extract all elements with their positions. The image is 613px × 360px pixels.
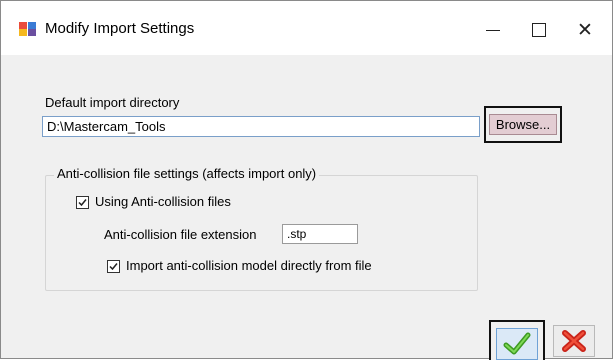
extension-label: Anti-collision file extension xyxy=(104,227,257,242)
window-title: Modify Import Settings xyxy=(45,20,195,37)
red-x-icon xyxy=(562,330,586,352)
modify-import-settings-dialog: Modify Import Settings ✕ Default import … xyxy=(0,0,613,360)
default-import-directory-label: Default import directory xyxy=(45,95,180,110)
import-directly-checkbox[interactable] xyxy=(107,260,120,273)
extension-field[interactable] xyxy=(282,224,358,244)
ok-button-highlight xyxy=(489,320,545,360)
browse-button-highlight: Browse... xyxy=(484,106,562,143)
app-window-icon xyxy=(19,21,37,37)
close-button[interactable]: ✕ xyxy=(563,11,607,49)
maximize-button[interactable] xyxy=(517,11,561,49)
checkmark-icon xyxy=(109,263,118,271)
browse-button[interactable]: Browse... xyxy=(489,114,557,135)
title-bar: Modify Import Settings ✕ xyxy=(1,1,612,55)
minimize-icon xyxy=(486,29,500,31)
ok-button[interactable] xyxy=(496,328,538,360)
using-anti-collision-label: Using Anti-collision files xyxy=(95,194,231,209)
cancel-button[interactable] xyxy=(553,325,595,357)
close-icon: ✕ xyxy=(577,19,593,41)
import-directory-field[interactable] xyxy=(42,116,480,137)
green-checkmark-icon xyxy=(503,332,531,355)
checkmark-icon xyxy=(78,199,87,207)
maximize-icon xyxy=(532,23,546,37)
import-directly-label: Import anti-collision model directly fro… xyxy=(126,258,372,273)
minimize-button[interactable] xyxy=(471,11,515,49)
using-anti-collision-checkbox[interactable] xyxy=(76,196,89,209)
anti-collision-group-title: Anti-collision file settings (affects im… xyxy=(54,166,320,181)
